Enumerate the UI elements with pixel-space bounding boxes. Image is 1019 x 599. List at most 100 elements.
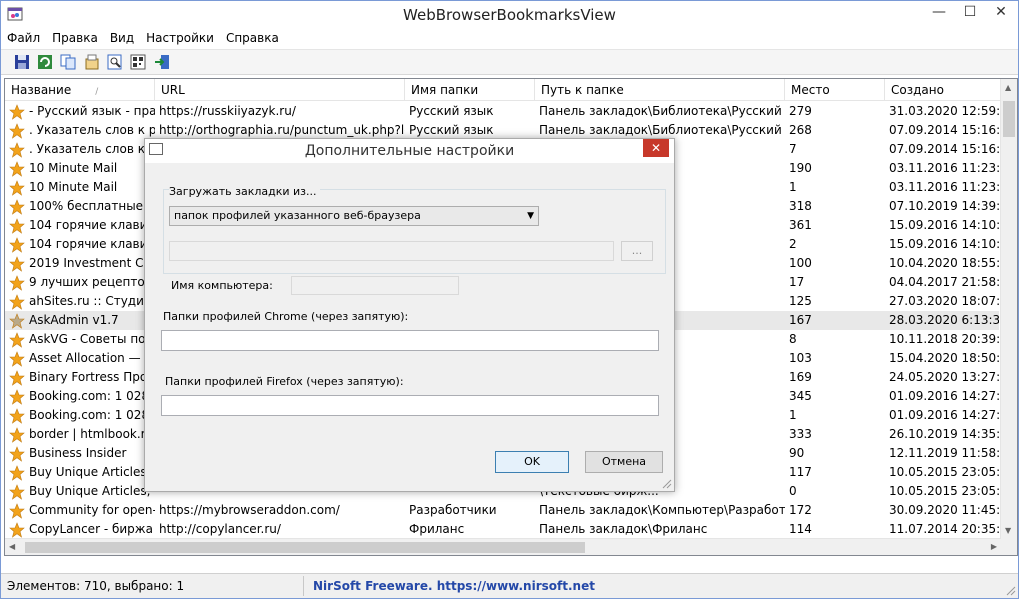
cell-created: 15.04.2020 18:50:09: [889, 351, 999, 365]
menu-edit[interactable]: Правка: [46, 29, 104, 49]
cell-name: Community for open-...: [29, 503, 155, 517]
cell-created: 10.04.2020 18:55:42: [889, 256, 999, 270]
horizontal-scroll-thumb[interactable]: [25, 542, 585, 553]
cell-created: 24.05.2020 13:27:14: [889, 370, 999, 384]
copy-icon[interactable]: [59, 53, 77, 71]
menu-file[interactable]: Файл: [1, 29, 46, 49]
cell-position: 8: [789, 332, 797, 346]
browse-button: ...: [621, 241, 653, 261]
cell-name: Asset Allocation — Ф: [29, 351, 155, 365]
cell-name: 10 Minute Mail: [29, 180, 118, 194]
table-row[interactable]: Community for open-... https://mybrowsera…: [5, 501, 999, 520]
cell-created: 30.09.2020 11:45:56: [889, 503, 999, 517]
table-row[interactable]: - Русский язык - пра... https://russkiiya…: [5, 102, 999, 121]
cell-position: 103: [789, 351, 812, 365]
cell-name: AskAdmin v1.7: [29, 313, 119, 327]
bookmark-star-icon: [9, 484, 25, 500]
ok-button[interactable]: OK: [495, 451, 569, 473]
html-report-icon[interactable]: [129, 53, 147, 71]
table-row[interactable]: CopyLancer - биржа ... http://copylancer.…: [5, 520, 999, 539]
column-header-created[interactable]: Создано: [885, 79, 1001, 101]
cell-position: 169: [789, 370, 812, 384]
bookmark-star-icon: [9, 123, 25, 139]
cell-url: https://russkiiyazyk.ru/: [159, 104, 296, 118]
cell-position: 90: [789, 446, 805, 460]
status-count: Элементов: 710, выбрано: 1: [7, 579, 185, 593]
cell-position: 361: [789, 218, 812, 232]
firefox-profiles-input[interactable]: [161, 395, 659, 416]
dialog-resize-grip-icon[interactable]: [662, 479, 672, 489]
close-icon[interactable]: ✕: [986, 1, 1016, 23]
scroll-up-icon[interactable]: ▲: [1005, 83, 1011, 92]
cell-position: 333: [789, 427, 812, 441]
firefox-profiles-label: Папки профилей Firefox (через запятую):: [165, 375, 404, 388]
cell-folder-name: Фриланс: [409, 522, 465, 536]
cell-created: 12.11.2019 11:58:47: [889, 446, 999, 460]
column-header-name[interactable]: Название /: [5, 79, 155, 101]
cell-position: 1: [789, 180, 797, 194]
cell-created: 10.05.2015 23:05:51: [889, 484, 999, 498]
window-title: WebBrowserBookmarksView: [403, 6, 616, 24]
toolbar: [1, 49, 1018, 75]
cell-name: . Указатель слов к ра: [29, 142, 155, 156]
chrome-profiles-label: Папки профилей Chrome (через запятую):: [163, 310, 409, 323]
column-header-folder-name[interactable]: Имя папки: [405, 79, 535, 101]
cell-name: . Указатель слов к ра...: [29, 123, 155, 137]
scroll-down-icon[interactable]: ▼: [1005, 526, 1011, 535]
cell-name: ahSites.ru :: Студия к: [29, 294, 155, 308]
nirsoft-link[interactable]: NirSoft Freeware. https://www.nirsoft.ne…: [313, 579, 595, 593]
cell-position: 100: [789, 256, 812, 270]
app-window: WebBrowserBookmarksView — ☐ ✕ Файл Правк…: [0, 0, 1019, 599]
save-icon[interactable]: [13, 53, 31, 71]
cell-position: 268: [789, 123, 812, 137]
column-header-position[interactable]: Место: [785, 79, 885, 101]
bookmark-star-icon: [9, 237, 25, 253]
column-header-folder-path[interactable]: Путь к папке: [535, 79, 785, 101]
menu-settings[interactable]: Настройки: [140, 29, 220, 49]
cell-position: 117: [789, 465, 812, 479]
bookmark-star-icon: [9, 256, 25, 272]
dialog-close-icon[interactable]: ✕: [643, 139, 669, 157]
cell-name: 104 горячие клавиш...: [29, 237, 155, 251]
properties-icon[interactable]: [83, 53, 101, 71]
status-bar: Элементов: 710, выбрано: 1 NirSoft Freew…: [1, 573, 1018, 598]
resize-grip-icon[interactable]: [1006, 586, 1016, 596]
bookmark-star-icon: [9, 351, 25, 367]
cancel-button[interactable]: Отмена: [585, 451, 663, 473]
chrome-profiles-input[interactable]: [161, 330, 659, 351]
cell-name: Buy Unique Articles, ...: [29, 465, 155, 479]
bookmark-star-icon: [9, 503, 25, 519]
vertical-scrollbar[interactable]: ▲ ▼: [1000, 79, 1017, 555]
column-header-url[interactable]: URL: [155, 79, 405, 101]
cell-position: 345: [789, 389, 812, 403]
cell-name: AskVG - Советы по W: [29, 332, 155, 346]
menu-view[interactable]: Вид: [104, 29, 140, 49]
cell-created: 27.03.2020 18:07:19: [889, 294, 999, 308]
cell-name: Business Insider: [29, 446, 127, 460]
vertical-scroll-thumb[interactable]: [1003, 101, 1015, 137]
refresh-icon[interactable]: [36, 53, 54, 71]
bookmark-star-icon: [9, 161, 25, 177]
cell-position: 0: [789, 484, 797, 498]
minimize-icon[interactable]: —: [924, 1, 954, 23]
maximize-icon[interactable]: ☐: [955, 1, 985, 23]
scroll-right-icon[interactable]: ▶: [991, 542, 997, 551]
load-source-group: [163, 189, 666, 274]
find-icon[interactable]: [106, 53, 124, 71]
horizontal-scrollbar[interactable]: ◀ ▶: [5, 538, 1001, 555]
bookmark-star-icon: [9, 180, 25, 196]
scroll-left-icon[interactable]: ◀: [9, 542, 15, 551]
cell-name: 104 горячие клавиш...: [29, 218, 155, 232]
menu-help[interactable]: Справка: [220, 29, 285, 49]
cell-name: Buy Unique Articles, ...: [29, 484, 155, 498]
cell-position: 279: [789, 104, 812, 118]
bookmark-star-icon: [9, 218, 25, 234]
title-bar: WebBrowserBookmarksView — ☐ ✕: [1, 1, 1018, 29]
cell-name: CopyLancer - биржа ...: [29, 522, 155, 536]
bookmark-star-icon: [9, 275, 25, 291]
cell-created: 07.09.2014 15:16:51: [889, 123, 999, 137]
cell-created: 07.09.2014 15:16:51: [889, 142, 999, 156]
bookmark-star-icon: [9, 313, 25, 329]
load-source-select[interactable]: папок профилей указанного веб-браузера ▼: [169, 206, 539, 226]
exit-icon[interactable]: [153, 53, 171, 71]
